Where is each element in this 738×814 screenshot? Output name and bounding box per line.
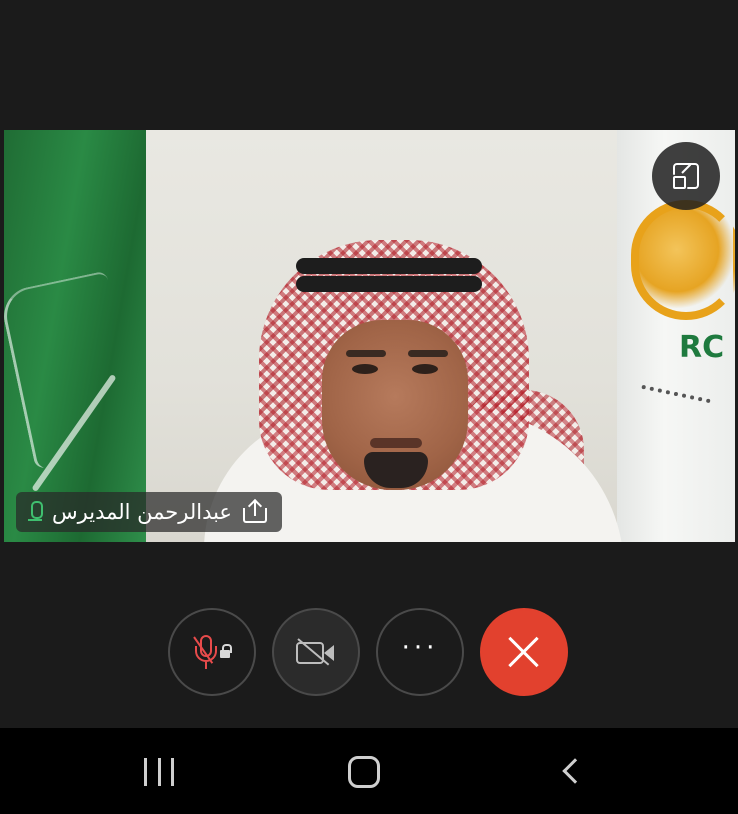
camera-button[interactable] [272, 608, 360, 696]
minimize-window-icon [673, 163, 699, 189]
system-navigation-bar [0, 728, 738, 814]
share-screen-icon [242, 498, 268, 524]
end-call-button[interactable] [480, 608, 568, 696]
recents-icon[interactable] [144, 758, 174, 786]
call-controls: ··· [168, 608, 568, 696]
saudi-flag [4, 130, 146, 542]
microphone-button[interactable] [168, 608, 256, 696]
close-icon [506, 634, 542, 670]
participant-name-tag: عبدالرحمن المديرس [16, 492, 282, 532]
video-call-screen: RC عبدالرحمن المديرس ··· [0, 0, 738, 814]
participant-name: عبدالرحمن المديرس [52, 500, 232, 524]
back-icon[interactable] [562, 758, 588, 784]
camera-off-icon [296, 636, 336, 668]
minimize-button[interactable] [652, 142, 720, 210]
more-options-icon: ··· [401, 633, 439, 663]
mic-active-icon [28, 501, 43, 523]
participant-video[interactable]: RC عبدالرحمن المديرس [4, 130, 735, 542]
agal [296, 258, 482, 274]
participant-face [322, 320, 468, 490]
home-icon[interactable] [348, 756, 380, 788]
more-options-button[interactable]: ··· [376, 608, 464, 696]
mic-muted-lock-icon [192, 632, 232, 672]
